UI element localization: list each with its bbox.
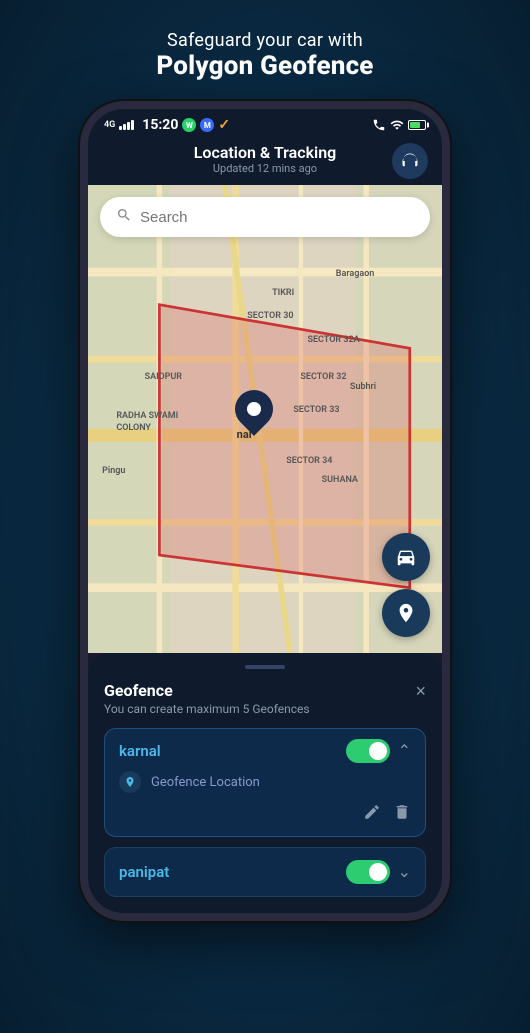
battery-icon [408,120,426,130]
chevron-up-button-karnal[interactable]: ⌃ [398,741,411,761]
signal-bar-4 [131,120,134,130]
battery-fill [410,122,420,128]
geofence-location-row: Geofence Location [119,771,411,793]
map-area[interactable]: Baragaon TIKRI SECTOR 30 SECTOR 32A SECT… [88,185,442,653]
headphone-icon [401,152,419,170]
phone-frame: 4G 15:20 W M ✓ Locati [80,101,450,921]
edit-button[interactable] [363,803,381,826]
top-bar: Location & Tracking Updated 12 mins ago [88,137,442,185]
geofence-panel: Geofence × You can create maximum 5 Geof… [88,653,442,913]
panel-subtitle: You can create maximum 5 Geofences [104,702,426,716]
edit-icon [363,803,381,821]
geofence-item-karnal: karnal ⌃ Geofence Location [104,728,426,837]
status-time: 15:20 [142,117,178,133]
header-section: Safeguard your car with Polygon Geofence [136,0,393,101]
header-title: Polygon Geofence [156,51,373,81]
top-bar-title: Location & Tracking Updated 12 mins ago [194,143,336,175]
geofence-item-header-panipat: panipat ⌄ [119,860,411,884]
geofence-item-panipat: panipat ⌄ [104,847,426,897]
toggle-karnal[interactable] [346,739,390,763]
signal-bar-3 [127,122,130,130]
signal-bars [119,120,134,130]
toggle-knob-karnal [369,742,387,760]
call-icon [372,118,386,132]
person-pin-icon [395,602,417,624]
chevron-down-button-panipat[interactable]: ⌄ [398,862,411,882]
panel-title: Geofence [104,681,173,700]
geofence-actions [119,803,411,826]
status-right [372,118,426,132]
geofence-name-panipat: panipat [119,863,169,881]
signal-bar-2 [123,124,126,130]
signal-bar-1 [119,126,122,130]
panel-handle [245,665,285,669]
maps-icon: M [200,118,214,132]
delete-button[interactable] [393,803,411,826]
header-subtitle: Safeguard your car with [156,30,373,51]
trash-icon [393,803,411,821]
search-bar[interactable] [100,197,430,237]
geofence-controls-panipat: ⌄ [346,860,411,884]
car-location-button[interactable] [382,533,430,581]
whatsapp-icon: W [182,118,196,132]
wifi-icon [390,118,404,132]
check-icon: ✓ [218,117,230,133]
status-left: 4G 15:20 W M ✓ [104,117,230,133]
geofence-location-text: Geofence Location [151,775,260,790]
search-input[interactable] [140,209,414,226]
toggle-knob-panipat [369,863,387,881]
panel-close-button[interactable]: × [415,682,426,700]
support-button[interactable] [392,143,428,179]
car-icon [395,546,417,568]
geofence-name-karnal: karnal [119,742,161,760]
pin-icon [124,776,136,788]
status-bar: 4G 15:20 W M ✓ [88,109,442,137]
location-dot-icon [119,771,141,793]
person-location-button[interactable] [382,589,430,637]
toggle-panipat[interactable] [346,860,390,884]
page-subtitle: Updated 12 mins ago [194,162,336,175]
network-indicator: 4G [104,120,115,130]
panel-header: Geofence × [104,681,426,700]
search-icon [116,207,132,227]
map-fabs [382,533,430,637]
geofence-item-header-karnal: karnal ⌃ [119,739,411,763]
page-title: Location & Tracking [194,143,336,162]
location-pin [235,390,273,428]
geofence-controls-karnal: ⌃ [346,739,411,763]
